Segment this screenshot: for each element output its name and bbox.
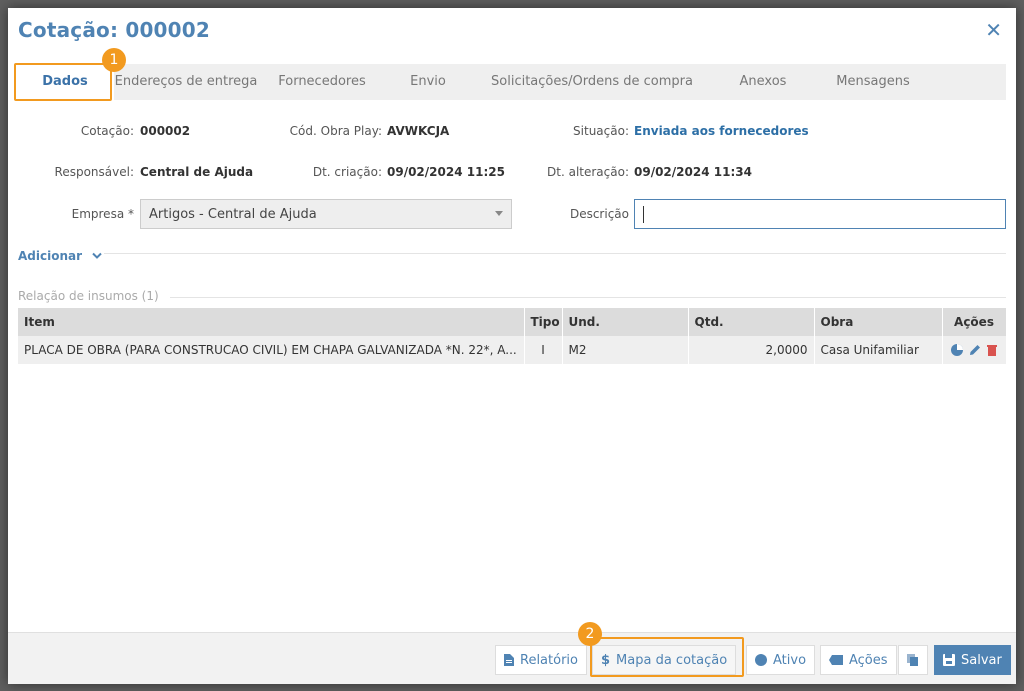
- insumos-title: Relação de insumos (1): [18, 289, 159, 303]
- cell-tipo: I: [524, 336, 563, 364]
- footer-bar: Relatório $ Mapa da cotação Ativo Ações …: [8, 632, 1016, 684]
- cell-item: PLACA DE OBRA (PARA CONSTRUCAO CIVIL) EM…: [18, 336, 525, 364]
- cotacao-value: 000002: [140, 124, 191, 138]
- cell-acoes: [942, 336, 1007, 364]
- ativo-button[interactable]: Ativo: [746, 645, 816, 675]
- table-row[interactable]: PLACA DE OBRA (PARA CONSTRUCAO CIVIL) EM…: [18, 336, 1007, 364]
- pie-chart-icon[interactable]: [950, 343, 964, 357]
- trash-icon[interactable]: [986, 343, 998, 357]
- descricao-input[interactable]: [634, 199, 1006, 229]
- tab-anexos[interactable]: Anexos: [714, 64, 812, 100]
- tab-bar: Dados Endereços de entrega Fornecedores …: [16, 64, 1006, 100]
- obra-play-value: AVWKCJA: [387, 124, 450, 138]
- relatorio-label: Relatório: [520, 652, 578, 668]
- descricao-label: Descrição: [569, 207, 629, 221]
- col-header-item[interactable]: Item: [18, 308, 525, 336]
- table-header-row: Item Tipo Und. Qtd. Obra Ações: [18, 308, 1007, 336]
- salvar-label: Salvar: [961, 652, 1002, 668]
- situacao-label: Situação:: [573, 124, 629, 138]
- responsavel-label: Responsável:: [54, 165, 134, 179]
- callout-badge-1: 1: [102, 48, 126, 72]
- callout-badge-2: 2: [578, 622, 602, 646]
- cell-obra: Casa Unifamiliar: [814, 336, 943, 364]
- adicionar-label: Adicionar: [18, 249, 83, 263]
- tab-envio[interactable]: Envio: [386, 64, 470, 100]
- empresa-select[interactable]: Artigos - Central de Ajuda: [140, 199, 512, 229]
- tab-enderecos[interactable]: Endereços de entrega: [114, 64, 258, 100]
- alteracao-value: 09/02/2024 11:34: [634, 165, 752, 179]
- cell-qtd: 2,0000: [688, 336, 815, 364]
- document-icon: [504, 654, 514, 666]
- insumos-table: Item Tipo Und. Qtd. Obra Ações PLACA DE …: [18, 308, 1007, 364]
- tag-icon: [829, 655, 843, 665]
- circle-icon: [755, 654, 767, 666]
- close-icon[interactable]: ✕: [985, 20, 1002, 40]
- empresa-selected-value: Artigos - Central de Ajuda: [149, 207, 317, 222]
- copy-button[interactable]: [898, 645, 928, 675]
- divider: [170, 297, 1006, 298]
- mapa-label: Mapa da cotação: [616, 652, 728, 668]
- col-header-obra[interactable]: Obra: [814, 308, 943, 336]
- relatorio-button[interactable]: Relatório: [495, 645, 587, 675]
- acoes-button[interactable]: Ações: [820, 645, 897, 675]
- pencil-icon[interactable]: [968, 343, 982, 357]
- salvar-button[interactable]: Salvar: [934, 645, 1011, 675]
- col-header-qtd[interactable]: Qtd.: [688, 308, 815, 336]
- ativo-label: Ativo: [773, 652, 807, 668]
- text-caret: [643, 206, 644, 223]
- tab-solicitacoes[interactable]: Solicitações/Ordens de compra: [470, 64, 714, 100]
- caret-down-icon: [495, 211, 503, 216]
- tab-fornecedores[interactable]: Fornecedores: [258, 64, 386, 100]
- col-header-tipo[interactable]: Tipo: [524, 308, 563, 336]
- acoes-label: Ações: [849, 652, 888, 668]
- cotacao-label: Cotação:: [80, 124, 134, 138]
- col-header-acoes: Ações: [942, 308, 1007, 336]
- alteracao-label: Dt. alteração:: [547, 165, 629, 179]
- copy-icon: [907, 654, 918, 666]
- responsavel-value: Central de Ajuda: [140, 165, 254, 179]
- criacao-label: Dt. criação:: [312, 165, 382, 179]
- dollar-icon: $: [601, 652, 611, 668]
- tab-mensagens[interactable]: Mensagens: [812, 64, 934, 100]
- adicionar-toggle[interactable]: Adicionar: [18, 249, 102, 263]
- tab-dados[interactable]: Dados: [16, 64, 114, 100]
- quotation-dialog: Cotação: 000002 ✕ Dados Endereços de ent…: [8, 8, 1016, 684]
- obra-play-label: Cód. Obra Play:: [289, 124, 382, 138]
- col-header-und[interactable]: Und.: [562, 308, 689, 336]
- mapa-cotacao-button[interactable]: $ Mapa da cotação: [592, 645, 737, 675]
- divider: [104, 253, 1006, 254]
- page-title: Cotação: 000002: [18, 18, 211, 42]
- floppy-disk-icon: [943, 654, 955, 666]
- cell-und: M2: [562, 336, 689, 364]
- situacao-value: Enviada aos fornecedores: [634, 124, 809, 138]
- criacao-value: 09/02/2024 11:25: [387, 165, 505, 179]
- chevron-down-icon: [92, 252, 102, 259]
- empresa-label: Empresa *: [71, 207, 134, 221]
